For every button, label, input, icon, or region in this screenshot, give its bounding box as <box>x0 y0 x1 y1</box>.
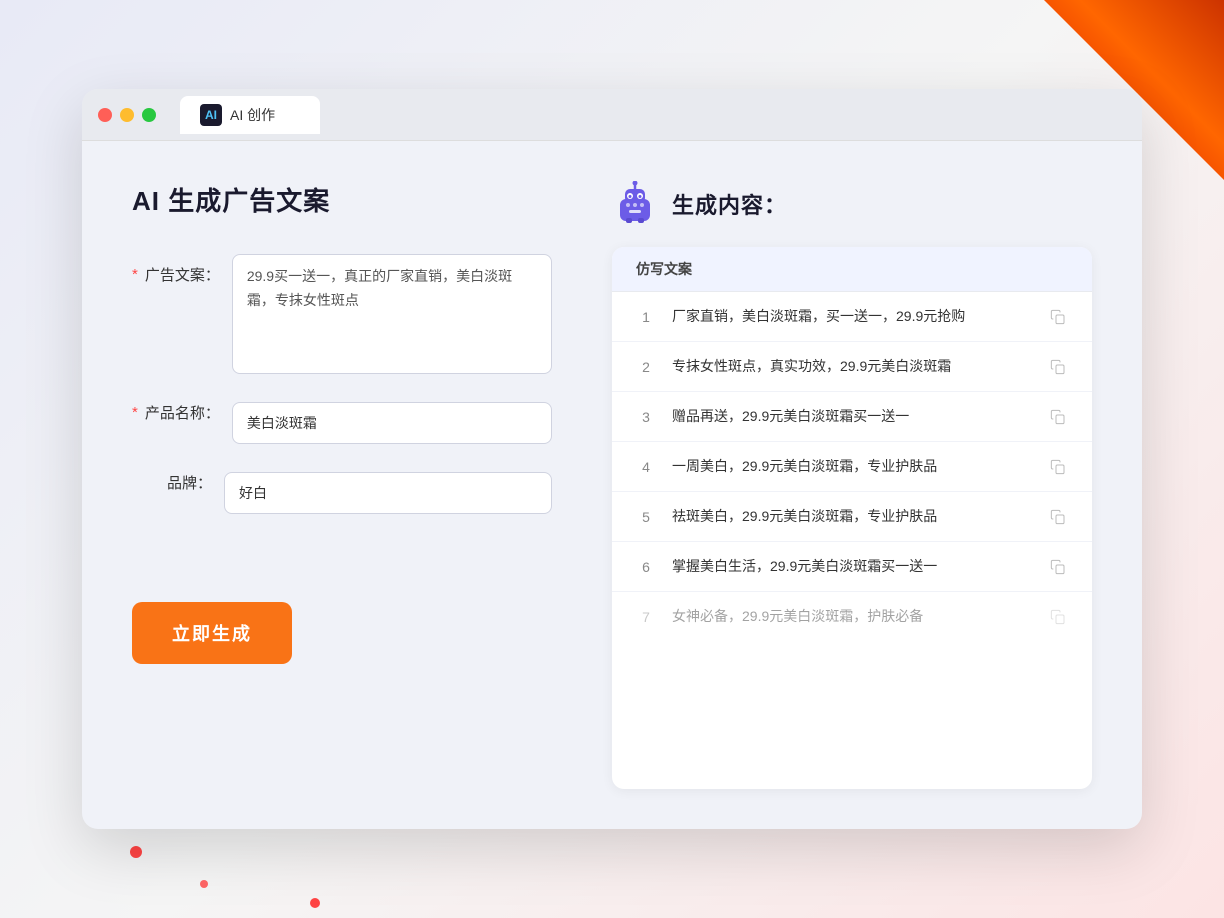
tab-title: AI 创作 <box>230 105 275 125</box>
ad-copy-row: * 广告文案： <box>132 254 552 374</box>
product-name-input[interactable] <box>232 402 552 444</box>
browser-tab[interactable]: AI AI 创作 <box>180 96 320 134</box>
dot-decoration-2 <box>200 880 208 888</box>
result-table-header: 仿写文案 <box>612 247 1092 292</box>
result-item: 7 女神必备，29.9元美白淡斑霜，护肤必备 <box>612 592 1092 641</box>
generate-button[interactable]: 立即生成 <box>132 602 292 664</box>
window-controls <box>98 108 156 122</box>
ad-copy-textarea[interactable] <box>232 254 552 374</box>
result-title: 生成内容： <box>672 188 787 220</box>
result-item: 6 掌握美白生活，29.9元美白淡斑霜买一送一 <box>612 542 1092 592</box>
result-item: 1 厂家直销，美白淡斑霜，买一送一，29.9元抢购 <box>612 292 1092 342</box>
result-item: 5 祛斑美白，29.9元美白淡斑霜，专业护肤品 <box>612 492 1092 542</box>
copy-icon[interactable] <box>1048 507 1068 527</box>
result-container: 仿写文案 1 厂家直销，美白淡斑霜，买一送一，29.9元抢购 2 专抹女性斑点，… <box>612 247 1092 789</box>
product-name-row: * 产品名称： <box>132 402 552 444</box>
result-item: 4 一周美白，29.9元美白淡斑霜，专业护肤品 <box>612 442 1092 492</box>
content-area: AI 生成广告文案 * 广告文案： * 产品名称： 品牌 <box>82 141 1142 829</box>
result-num: 7 <box>636 609 656 625</box>
result-num: 5 <box>636 509 656 525</box>
result-text: 女神必备，29.9元美白淡斑霜，护肤必备 <box>672 606 1032 627</box>
browser-window: AI AI 创作 AI 生成广告文案 * 广告文案： * 产品名称： <box>82 89 1142 829</box>
result-list: 1 厂家直销，美白淡斑霜，买一送一，29.9元抢购 2 专抹女性斑点，真实功效，… <box>612 292 1092 641</box>
result-num: 2 <box>636 359 656 375</box>
right-panel: 生成内容： 仿写文案 1 厂家直销，美白淡斑霜，买一送一，29.9元抢购 2 专… <box>612 181 1092 789</box>
brand-label: 品牌： <box>132 472 212 493</box>
result-header: 生成内容： <box>612 181 1092 227</box>
copy-icon[interactable] <box>1048 307 1068 327</box>
result-num: 4 <box>636 459 656 475</box>
dot-decoration-1 <box>130 846 142 858</box>
ad-copy-label: 广告文案： <box>140 264 220 285</box>
result-num: 6 <box>636 559 656 575</box>
ad-copy-required: * <box>132 266 138 283</box>
dot-decoration-3 <box>310 898 320 908</box>
product-required: * <box>132 404 138 421</box>
page-title: AI 生成广告文案 <box>132 181 552 218</box>
result-text: 专抹女性斑点，真实功效，29.9元美白淡斑霜 <box>672 356 1032 377</box>
result-num: 3 <box>636 409 656 425</box>
close-button[interactable] <box>98 108 112 122</box>
copy-icon[interactable] <box>1048 357 1068 377</box>
robot-icon <box>612 181 658 227</box>
result-text: 掌握美白生活，29.9元美白淡斑霜买一送一 <box>672 556 1032 577</box>
minimize-button[interactable] <box>120 108 134 122</box>
copy-icon[interactable] <box>1048 607 1068 627</box>
result-text: 厂家直销，美白淡斑霜，买一送一，29.9元抢购 <box>672 306 1032 327</box>
brand-input[interactable] <box>224 472 552 514</box>
copy-icon[interactable] <box>1048 557 1068 577</box>
result-text: 赠品再送，29.9元美白淡斑霜买一送一 <box>672 406 1032 427</box>
result-num: 1 <box>636 309 656 325</box>
copy-icon[interactable] <box>1048 457 1068 477</box>
left-panel: AI 生成广告文案 * 广告文案： * 产品名称： 品牌 <box>132 181 552 789</box>
result-item: 3 赠品再送，29.9元美白淡斑霜买一送一 <box>612 392 1092 442</box>
result-text: 祛斑美白，29.9元美白淡斑霜，专业护肤品 <box>672 506 1032 527</box>
result-item: 2 专抹女性斑点，真实功效，29.9元美白淡斑霜 <box>612 342 1092 392</box>
title-bar: AI AI 创作 <box>82 89 1142 141</box>
copy-icon[interactable] <box>1048 407 1068 427</box>
brand-row: 品牌： <box>132 472 552 514</box>
result-text: 一周美白，29.9元美白淡斑霜，专业护肤品 <box>672 456 1032 477</box>
product-name-label: 产品名称： <box>140 402 220 423</box>
maximize-button[interactable] <box>142 108 156 122</box>
tab-icon: AI <box>200 104 222 126</box>
